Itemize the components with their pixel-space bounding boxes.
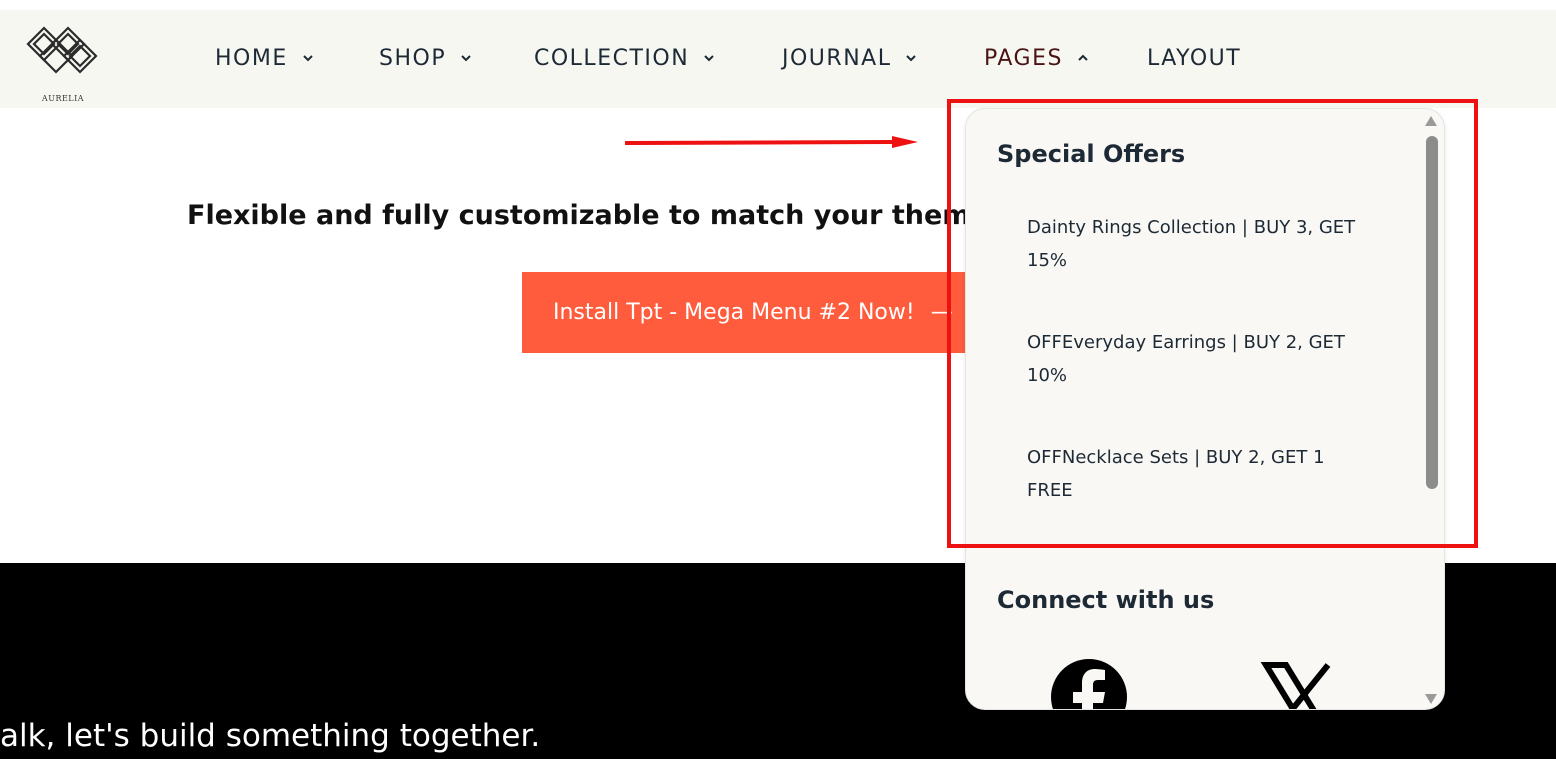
brand-logo[interactable]: AURELIA [24,24,102,103]
chevron-down-icon [303,55,313,62]
nav-journal-label: JOURNAL [782,45,892,71]
footer-cta-text: alk, let's build something together. [0,718,541,754]
nav-journal[interactable]: JOURNAL [782,41,919,75]
connect-heading: Connect with us [997,586,1215,614]
top-strip [0,0,1556,10]
chevron-down-icon [906,55,917,62]
scroll-down-arrow-icon[interactable] [1424,693,1438,705]
chevron-down-icon [461,55,471,62]
nav-pages[interactable]: PAGES [984,41,1091,75]
chevron-down-icon [704,55,714,62]
nav-pages-label: PAGES [984,45,1063,71]
facebook-icon[interactable] [1049,657,1129,710]
nav-layout-label: LAYOUT [1147,45,1242,71]
annotation-arrow-icon [624,136,918,148]
site-header: AURELIA HOME SHOP COLLECTION JOURNAL PAG… [0,10,1556,108]
nav-shop[interactable]: SHOP [379,41,474,75]
logo-text: AURELIA [41,94,85,103]
nav-home-label: HOME [215,45,288,71]
nav-layout[interactable]: LAYOUT [1147,41,1241,75]
nav-shop-label: SHOP [379,45,447,71]
annotation-highlight-box [947,99,1478,548]
nav-collection-label: COLLECTION [534,45,690,71]
hero-tagline: Flexible and fully customizable to match… [187,200,967,231]
chevron-up-icon [1078,54,1088,61]
logo-mark-icon [26,26,98,74]
install-button-label: Install Tpt - Mega Menu #2 Now! [553,300,915,325]
install-button[interactable]: Install Tpt - Mega Menu #2 Now! — [522,272,965,353]
nav-home[interactable]: HOME [215,41,316,75]
x-icon[interactable] [1258,661,1338,710]
nav-collection[interactable]: COLLECTION [534,41,717,75]
